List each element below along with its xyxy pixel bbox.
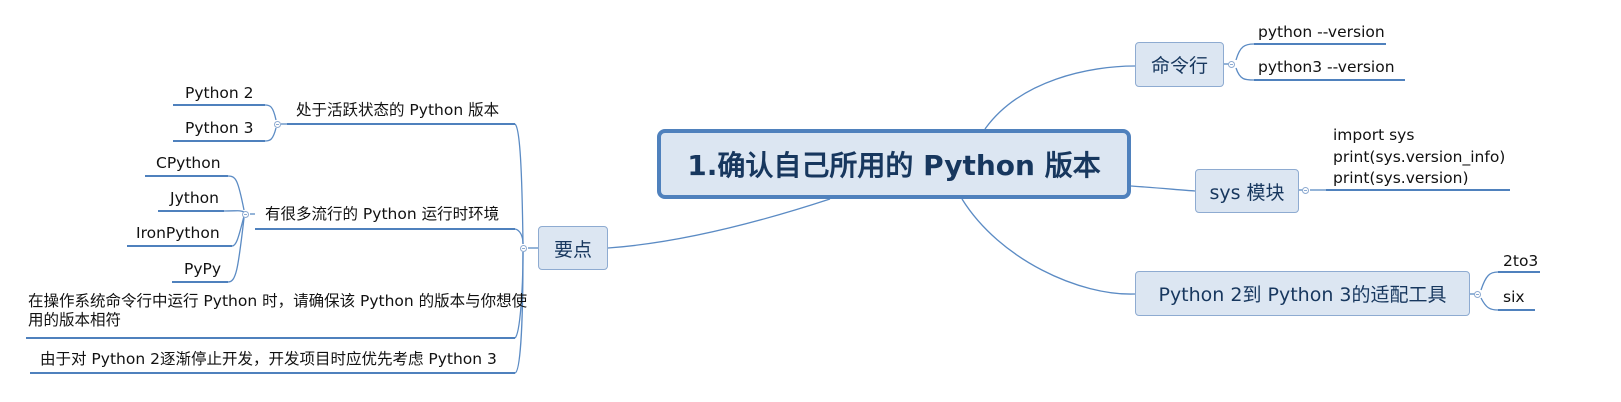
central-topic[interactable]: 1.确认自己所用的 Python 版本 (657, 129, 1131, 199)
central-topic-title: 1.确认自己所用的 Python 版本 (687, 149, 1101, 182)
collapse-toggle-icon[interactable] (1474, 291, 1481, 298)
subtopic-active-versions[interactable]: 处于活跃状态的 Python 版本 (296, 101, 499, 120)
runtime-item-cpython[interactable]: CPython (156, 154, 221, 173)
collapse-toggle-icon[interactable] (1302, 187, 1309, 194)
topic-sys-module[interactable]: sys 模块 (1195, 169, 1299, 213)
collapse-toggle-icon[interactable] (274, 121, 281, 128)
topic-adapter-tools-label: Python 2到 Python 3的适配工具 (1158, 284, 1447, 306)
topic-command-line-label: 命令行 (1150, 55, 1208, 77)
subtopic-runtimes[interactable]: 有很多流行的 Python 运行时环境 (265, 205, 499, 224)
collapse-toggle-icon[interactable] (242, 211, 249, 218)
cmd-item-python3-version[interactable]: python3 --version (1258, 58, 1395, 77)
cmd-item-python-version[interactable]: python --version (1258, 23, 1385, 42)
runtime-item-pypy[interactable]: PyPy (184, 260, 221, 279)
topic-key-points[interactable]: 要点 (538, 226, 608, 270)
version-item-python3[interactable]: Python 3 (185, 119, 254, 138)
topic-command-line[interactable]: 命令行 (1135, 42, 1224, 87)
version-item-python2[interactable]: Python 2 (185, 84, 254, 103)
sys-code-line[interactable]: import sys (1333, 126, 1414, 145)
sys-code-line[interactable]: print(sys.version_info) (1333, 148, 1505, 167)
collapse-toggle-icon[interactable] (1228, 61, 1235, 68)
collapse-toggle-icon[interactable] (520, 245, 527, 252)
runtime-item-ironpython[interactable]: IronPython (136, 224, 220, 243)
topic-sys-module-label: sys 模块 (1209, 181, 1285, 204)
subtopic-prefer-python3[interactable]: 由于对 Python 2逐渐停止开发，开发项目时应优先考虑 Python 3 (40, 350, 497, 369)
tool-item-six[interactable]: six (1503, 288, 1525, 307)
runtime-item-jython[interactable]: Jython (170, 189, 219, 208)
subtopic-version-tip[interactable]: 在操作系统命令行中运行 Python 时，请确保该 Python 的版本与你想使… (28, 292, 528, 330)
topic-key-points-label: 要点 (553, 238, 592, 261)
tool-item-2to3[interactable]: 2to3 (1503, 252, 1538, 271)
sys-code-line[interactable]: print(sys.version) (1333, 169, 1469, 188)
topic-adapter-tools[interactable]: Python 2到 Python 3的适配工具 (1135, 271, 1470, 316)
